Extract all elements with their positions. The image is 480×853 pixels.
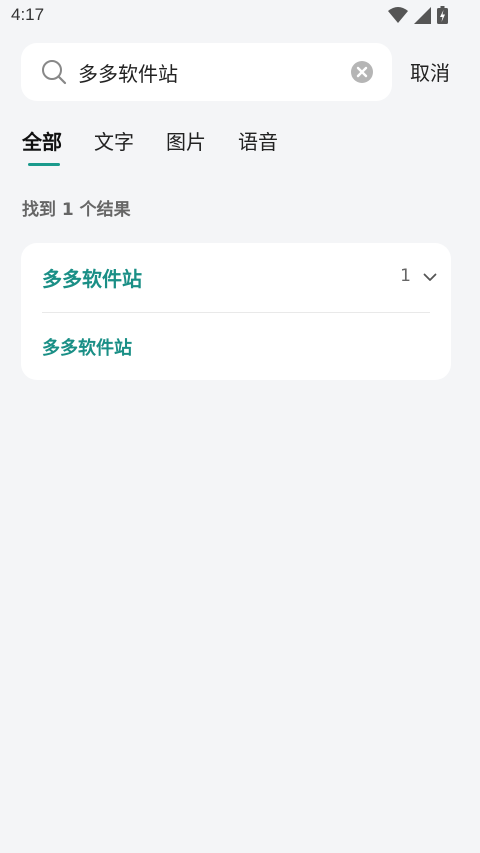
tab-text[interactable]: 文字 xyxy=(94,126,134,166)
search-input[interactable] xyxy=(78,57,343,87)
tab-label: 全部 xyxy=(22,130,62,154)
chevron-down-icon[interactable] xyxy=(423,270,437,284)
battery-icon xyxy=(437,6,448,24)
tab-all[interactable]: 全部 xyxy=(22,126,62,166)
search-box[interactable] xyxy=(21,43,392,101)
tab-label: 语音 xyxy=(238,130,278,154)
tab-label: 图片 xyxy=(166,130,206,154)
tab-voice[interactable]: 语音 xyxy=(238,126,278,166)
status-icons xyxy=(388,6,448,24)
wifi-icon xyxy=(388,7,408,23)
tab-bar: 全部 文字 图片 语音 xyxy=(22,126,310,166)
tab-label: 文字 xyxy=(94,130,134,154)
card-divider xyxy=(42,312,430,313)
signal-icon xyxy=(414,6,431,24)
clear-icon[interactable] xyxy=(350,60,374,84)
result-card: 多多软件站 1 多多软件站 xyxy=(21,243,451,380)
tab-images[interactable]: 图片 xyxy=(166,126,206,166)
status-time: 4:17 xyxy=(11,5,45,24)
result-group-title[interactable]: 多多软件站 xyxy=(42,263,142,292)
result-item[interactable]: 多多软件站 xyxy=(42,334,132,360)
tab-active-indicator xyxy=(28,163,60,166)
search-icon xyxy=(42,60,67,85)
status-bar: 4:17 xyxy=(0,0,480,32)
result-count: 找到 1 个结果 xyxy=(22,200,131,220)
result-group-count: 1 xyxy=(400,266,411,286)
cancel-button[interactable]: 取消 xyxy=(410,57,450,86)
